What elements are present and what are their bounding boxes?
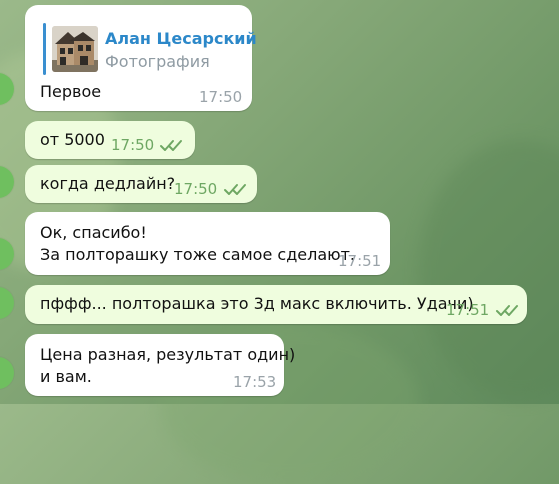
house-photo-icon xyxy=(52,26,98,72)
message-bubble[interactable]: пффф... полторашка это 3д макс включить.… xyxy=(25,285,527,324)
double-check-icon xyxy=(224,184,246,195)
reply-preview[interactable]: Алан Цесарский Фотография xyxy=(43,23,257,75)
message-bubble[interactable]: от 5000 17:50 xyxy=(25,121,195,159)
message-time: 17:50 xyxy=(111,136,155,154)
message-text-line: Ок, спасибо! xyxy=(40,223,147,242)
message-text: пффф... полторашка это 3д макс включить.… xyxy=(40,294,474,313)
message-text-line: За полторашку тоже самое сделают. xyxy=(40,245,356,264)
avatar[interactable] xyxy=(0,357,14,389)
message-text-line: Цена разная, результат один) xyxy=(40,345,296,364)
message-bubble[interactable]: Алан Цесарский Фотография Первое 17:50 xyxy=(25,5,257,111)
message-bubble[interactable]: Цена разная, результат один) и вам. 17:5… xyxy=(25,334,295,396)
message-time: 17:53 xyxy=(233,373,277,391)
message-text: Первое xyxy=(40,82,102,101)
message-bubble[interactable]: Ок, спасибо! За полторашку тоже самое сд… xyxy=(25,212,390,275)
photo-thumbnail[interactable] xyxy=(52,26,98,72)
message-time: 17:51 xyxy=(338,252,382,270)
message-text: когда дедлайн? xyxy=(40,174,176,193)
message-bubble[interactable]: когда дедлайн? 17:50 xyxy=(25,165,257,203)
avatar[interactable] xyxy=(0,287,14,319)
background-blob xyxy=(419,140,559,400)
reply-media-type: Фотография xyxy=(105,52,210,71)
reply-author-name: Алан Цесарский xyxy=(105,29,257,48)
message-time: 17:51 xyxy=(446,301,490,319)
message-text-line: и вам. xyxy=(40,367,92,386)
message-time: 17:50 xyxy=(174,180,218,198)
double-check-icon xyxy=(160,140,182,151)
message-time: 17:50 xyxy=(199,88,243,106)
message-text: от 5000 xyxy=(40,130,105,149)
double-check-icon xyxy=(496,305,518,316)
reply-accent-bar xyxy=(43,23,46,75)
